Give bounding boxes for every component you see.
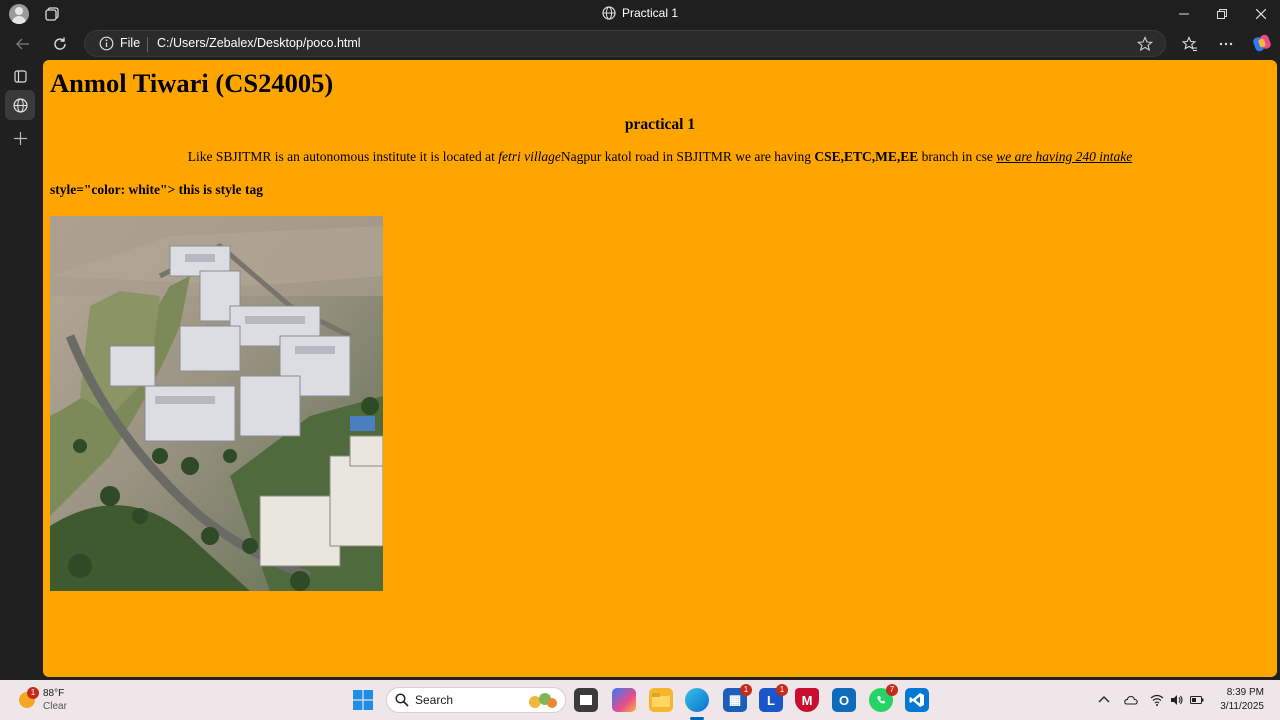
minimize-icon: [1179, 13, 1189, 15]
tab-actions-button[interactable]: [10, 66, 30, 86]
new-tab-button[interactable]: [10, 128, 30, 148]
l-app-button[interactable]: L1: [759, 684, 788, 712]
store-icon: ▦: [728, 692, 742, 707]
weather-widget[interactable]: 1 88°F Clear: [14, 686, 114, 716]
system-clock[interactable]: 8:39 PM 3/11/2025: [1220, 686, 1264, 714]
whatsapp-phone-icon: [877, 696, 885, 704]
store-badge: 1: [740, 684, 752, 696]
info-icon[interactable]: [99, 36, 114, 51]
para-italic: fetri village: [498, 149, 561, 164]
chevron-up-icon[interactable]: [1097, 693, 1111, 707]
scheme-label: File: [120, 36, 141, 50]
microsoft-store-button[interactable]: ▦ 1: [723, 684, 752, 712]
plus-icon: [13, 131, 27, 145]
restore-button[interactable]: [1203, 0, 1241, 28]
task-view-icon: [580, 695, 592, 705]
tab-actions-icon: [13, 69, 27, 83]
wifi-icon[interactable]: [1150, 693, 1164, 707]
navigation-bar: File C:/Users/Zebalex/Desktop/poco.html: [0, 28, 1280, 60]
title-bar: Practical 1: [0, 0, 1280, 28]
search-highlight-icon: [529, 693, 557, 708]
more-options-icon[interactable]: [1218, 36, 1234, 52]
folder-icon: [652, 693, 670, 707]
campus-aerial-image: [50, 216, 383, 591]
search-label: Search: [415, 693, 454, 707]
page-subheading: practical 1: [624, 116, 696, 133]
mcafee-button[interactable]: M: [795, 688, 819, 712]
taskbar-search[interactable]: Search: [386, 687, 566, 713]
search-icon: [395, 693, 409, 707]
whatsapp-badge: 7: [886, 684, 898, 696]
close-icon: [1256, 9, 1266, 19]
address-bar[interactable]: File C:/Users/Zebalex/Desktop/poco.html: [84, 30, 1166, 57]
favorite-star-icon[interactable]: [1137, 36, 1153, 52]
globe-icon: [12, 97, 28, 113]
task-view-button[interactable]: [574, 688, 598, 712]
back-icon[interactable]: [15, 36, 31, 52]
window-title-text: Practical 1: [621, 6, 679, 20]
l-app-badge: 1: [776, 684, 788, 696]
start-button[interactable]: [351, 688, 375, 712]
clock-date: 3/11/2025: [1220, 701, 1264, 712]
windows-logo-icon: [353, 690, 373, 710]
battery-icon[interactable]: [1190, 693, 1204, 707]
address-separator: [147, 37, 148, 52]
browser-sidebar: [0, 60, 40, 680]
outlook-icon: O: [838, 692, 850, 708]
weather-badge: 1: [27, 687, 39, 699]
refresh-icon[interactable]: [52, 36, 68, 52]
volume-icon[interactable]: [1170, 693, 1184, 707]
web-page-content: Anmol Tiwari (CS24005) practical 1 Like …: [43, 60, 1277, 677]
vscode-icon: [909, 693, 924, 707]
file-explorer-button[interactable]: [649, 688, 673, 712]
close-button[interactable]: [1242, 0, 1280, 28]
vscode-button[interactable]: [905, 688, 929, 712]
para-text-3: branch in cse: [918, 149, 997, 164]
favorites-icon[interactable]: [1182, 36, 1198, 52]
weather-temperature: 88°F: [43, 688, 65, 699]
taskbar: 1 88°F Clear Search ▦ 1 L1 M O 7 8:39 PM …: [0, 680, 1280, 720]
copilot-app-button[interactable]: [612, 688, 636, 712]
style-tag-text: style="color: white"> this is style tag: [50, 182, 263, 197]
globe-icon: [602, 6, 616, 20]
para-text-1: Like SBJITMR is an autonomous institute …: [187, 149, 499, 164]
weather-condition: Clear: [43, 701, 67, 712]
description-paragraph: Like SBJITMR is an autonomous institute …: [43, 149, 1277, 165]
minimize-button[interactable]: [1165, 0, 1203, 28]
edge-browser-button[interactable]: [685, 688, 709, 712]
window-title: Practical 1: [0, 6, 1280, 20]
outlook-button[interactable]: O: [832, 688, 856, 712]
page-heading: Anmol Tiwari (CS24005): [50, 68, 334, 98]
clock-time: 8:39 PM: [1226, 687, 1264, 698]
restore-icon: [1217, 9, 1227, 19]
vertical-tab-practical-1[interactable]: [5, 90, 35, 120]
para-text-2: Nagpur katol road in SBJITMR we are havi…: [560, 149, 815, 164]
mcafee-shield-icon: M: [801, 692, 813, 708]
url-text[interactable]: C:/Users/Zebalex/Desktop/poco.html: [157, 36, 361, 50]
onedrive-cloud-icon[interactable]: [1124, 693, 1138, 707]
copilot-icon[interactable]: [1253, 34, 1271, 52]
l-app-icon: L: [767, 692, 775, 708]
para-underline-italic: we are having 240 intake: [996, 149, 1133, 164]
whatsapp-button[interactable]: 7: [869, 684, 898, 712]
para-bold: CSE,ETC,ME,EE: [814, 149, 919, 164]
